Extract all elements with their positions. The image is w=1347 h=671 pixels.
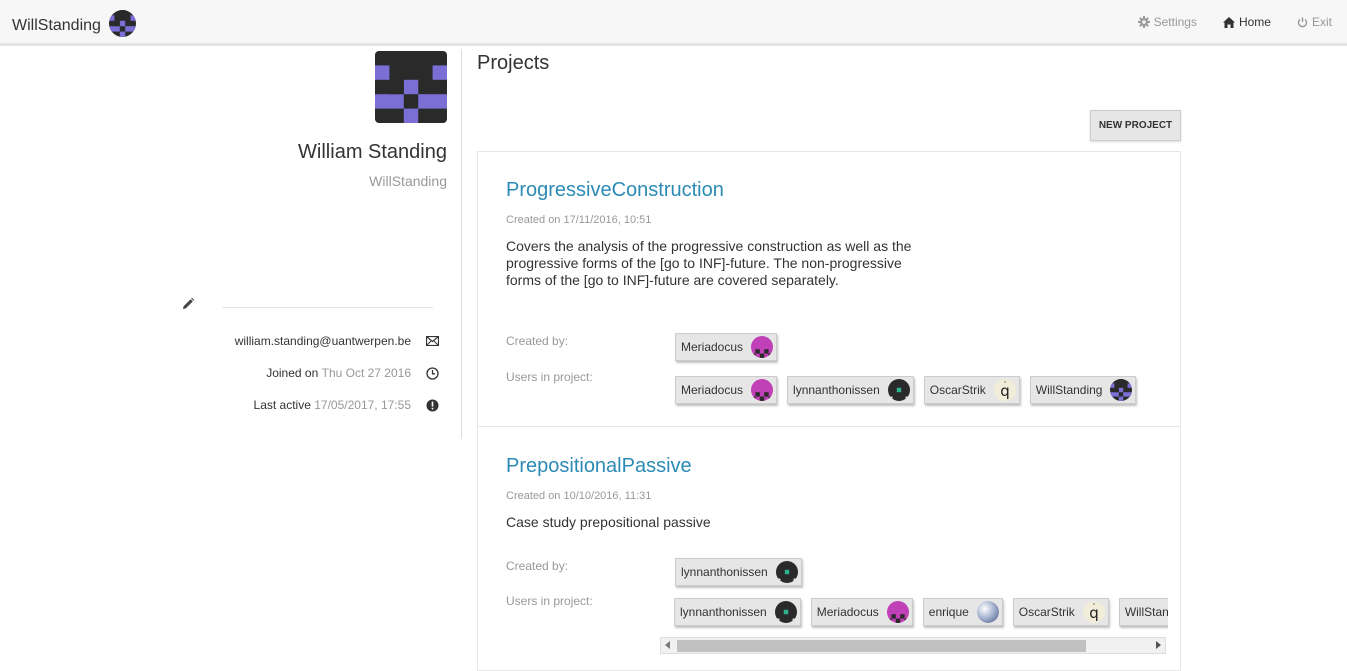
user-chip[interactable]: WillStanding [1029,376,1137,404]
user-chip[interactable]: OscarStrik [923,376,1020,404]
profile-divider [222,307,433,308]
created-by-label: Created by: [506,559,569,573]
nav-settings-label: Settings [1153,15,1197,29]
user-chip[interactable]: lynnanthonissen [674,598,801,626]
user-chip-name: lynnanthonissen [793,383,880,397]
project-created-date: Created on 10/10/2016, 11:31 [506,490,652,502]
creator-chips: lynnanthonissen [675,558,812,586]
user-avatar [1083,601,1105,623]
user-chip[interactable]: Meriadocus [675,376,778,404]
pencil-icon [183,297,195,309]
nav-home-label: Home [1238,15,1271,29]
user-avatar [994,379,1016,401]
project-divider [478,426,1180,427]
joined-label: Joined on [266,366,319,380]
brand-avatar [109,10,136,37]
user-avatar [977,601,999,623]
users-in-project-label: Users in project: [506,594,593,608]
new-project-button[interactable]: NEW PROJECT [1090,110,1181,141]
envelope-icon [426,336,439,346]
scroll-left-arrow-icon[interactable] [665,641,670,649]
scroll-right-arrow-icon[interactable] [1156,641,1161,649]
projects-title: Projects [477,52,550,74]
brand-link[interactable]: WillStanding [12,14,136,37]
user-chip[interactable]: lynnanthonissen [675,558,802,586]
user-avatar [775,601,797,623]
profile-username: WillStanding [369,173,447,189]
profile-email: william.standing@uantwerpen.be [234,334,411,348]
profile-full-name: William Standing [298,141,447,163]
nav-settings[interactable]: Settings [1137,15,1197,29]
clock-icon [426,366,439,380]
project-list: ProgressiveConstruction Created on 17/11… [477,151,1181,671]
project-card: PrepositionalPassive Created on 10/10/20… [506,455,1176,608]
user-chip-name: Meriadocus [681,383,744,397]
home-icon [1222,16,1235,28]
power-icon [1297,17,1308,27]
active-value: 17/05/2017, 17:55 [314,398,411,412]
horizontal-scrollbar[interactable] [660,637,1166,654]
user-chip-name: WillStanding [1124,605,1168,619]
user-chip[interactable]: lynnanthonissen [787,376,914,404]
member-chips: Meriadocus lynnanthonissen OscarStrik Wi… [675,376,1146,404]
profile-email-row: william.standing@uantwerpen.be [235,334,439,348]
profile-avatar [375,51,447,123]
user-avatar [1110,379,1132,401]
user-chip-name: lynnanthonissen [681,565,768,579]
user-chip[interactable]: Meriadocus [675,333,778,361]
project-title-link[interactable]: PrepositionalPassive [506,455,1176,478]
user-chip[interactable]: WillStanding [1118,598,1168,626]
scrollbar-thumb[interactable] [677,640,1086,652]
users-in-project-label: Users in project: [506,370,593,384]
user-chip-name: Meriadocus [816,605,879,619]
profile-active-row: Last active 17/05/2017, 17:55 [254,398,439,412]
user-chip[interactable]: enrique [922,598,1003,626]
user-chip-name: lynnanthonissen [680,605,767,619]
creator-chips: Meriadocus [675,333,787,361]
user-chip-name: Meriadocus [681,340,744,354]
profile-joined-row: Joined on Thu Oct 27 2016 [266,366,439,380]
project-created-date: Created on 17/11/2016, 10:51 [506,214,652,226]
nav-home[interactable]: Home [1222,15,1271,29]
project-title-link[interactable]: ProgressiveConstruction [506,179,1176,202]
user-avatar [888,379,910,401]
joined-value: Thu Oct 27 2016 [321,366,411,380]
exclamation-icon [426,399,439,411]
project-description: Covers the analysis of the progressive c… [506,238,912,288]
nav-exit-label: Exit [1311,15,1332,29]
user-chip[interactable]: Meriadocus [810,598,913,626]
member-chips-scroller[interactable]: lynnanthonissen Meriadocus enrique Oscar… [674,598,1168,632]
created-by-label: Created by: [506,334,569,348]
nav-exit[interactable]: Exit [1297,15,1332,29]
user-chip[interactable]: OscarStrik [1012,598,1109,626]
project-card: ProgressiveConstruction Created on 17/11… [506,179,1176,404]
user-avatar [751,379,773,401]
user-chip-name: OscarStrik [1018,605,1075,619]
user-avatar [776,561,798,583]
user-chip-name: enrique [928,605,969,619]
project-description: Case study prepositional passive [506,514,711,530]
user-avatar [887,601,909,623]
user-chip-name: WillStanding [1035,383,1103,397]
user-avatar [751,336,773,358]
member-chips: lynnanthonissen Meriadocus enrique Oscar… [674,598,1168,626]
edit-profile-button[interactable] [181,297,195,316]
profile-sidebar: William Standing WillStanding william.st… [0,49,462,439]
active-label: Last active [253,398,311,412]
top-navbar: WillStanding Settings Home Exit [0,0,1347,46]
user-chip-name: OscarStrik [929,383,986,397]
gear-icon [1137,16,1150,28]
brand-name: WillStanding [12,16,101,34]
